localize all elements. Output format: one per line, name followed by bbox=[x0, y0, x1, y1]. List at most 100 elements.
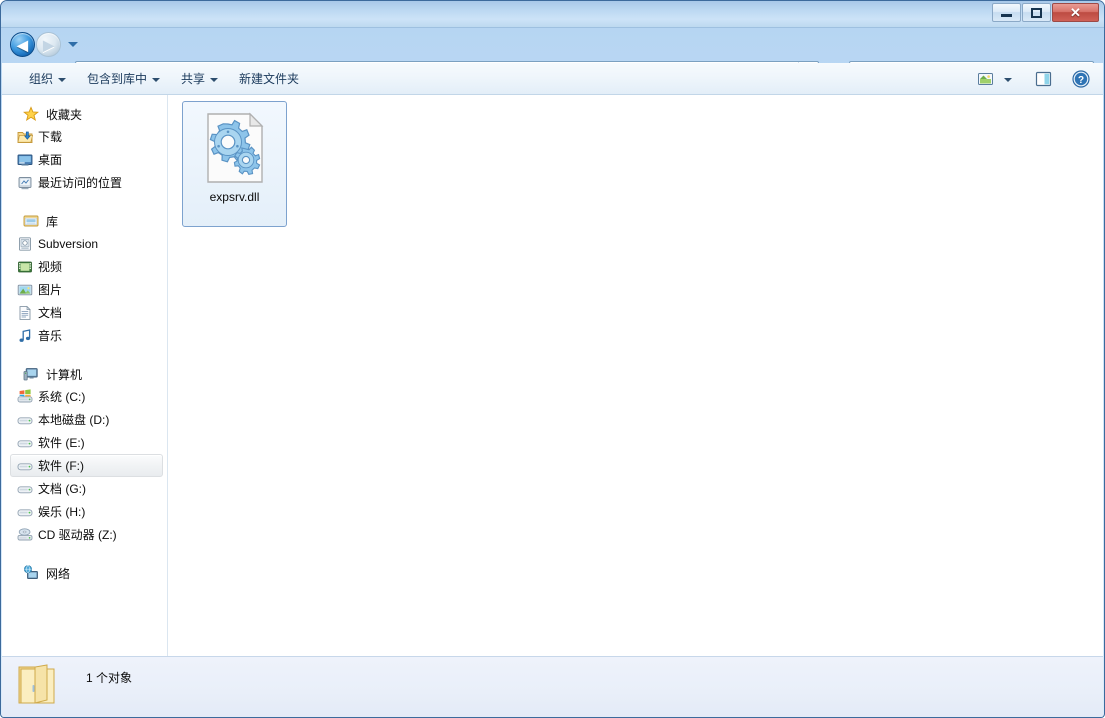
sidebar-group-computer: 计算机 系统 (C:) bbox=[2, 363, 167, 546]
sidebar-header-label: 计算机 bbox=[46, 366, 82, 383]
explorer-body: 收藏夹 下载 bbox=[2, 95, 1103, 656]
sidebar-header-label: 收藏夹 bbox=[46, 106, 82, 123]
sidebar-item-label: 本地磁盘 (D:) bbox=[38, 411, 109, 428]
folder-icon bbox=[16, 663, 64, 711]
history-dropdown-button[interactable] bbox=[66, 32, 79, 57]
sidebar-header-network[interactable]: 网络 bbox=[2, 562, 167, 584]
downloads-icon bbox=[17, 129, 33, 145]
sidebar-group-libraries: 库 Subversion bbox=[2, 210, 167, 347]
organize-button[interactable]: 组织 bbox=[20, 67, 75, 91]
sidebar-item-label: 娱乐 (H:) bbox=[38, 503, 85, 520]
close-button[interactable]: ✕ bbox=[1052, 3, 1099, 22]
pictures-icon bbox=[17, 282, 33, 298]
navigation-pane[interactable]: 收藏夹 下载 bbox=[2, 95, 168, 656]
include-in-library-label: 包含到库中 bbox=[87, 70, 147, 87]
sidebar-header-label: 库 bbox=[46, 213, 58, 230]
recent-places-icon bbox=[17, 175, 33, 191]
help-button[interactable]: ? bbox=[1069, 68, 1093, 90]
help-icon: ? bbox=[1072, 70, 1090, 88]
preview-pane-icon bbox=[1035, 71, 1052, 87]
drive-icon bbox=[17, 458, 33, 474]
sidebar-item-label: 图片 bbox=[38, 281, 62, 298]
sidebar-item-drive-e[interactable]: 软件 (E:) bbox=[10, 431, 163, 454]
sidebar-item-pictures[interactable]: 图片 bbox=[10, 278, 163, 301]
share-label: 共享 bbox=[181, 70, 205, 87]
sidebar-item-label: 最近访问的位置 bbox=[38, 174, 122, 191]
new-folder-button[interactable]: 新建文件夹 bbox=[230, 67, 308, 91]
sidebar-item-label: 软件 (E:) bbox=[38, 434, 85, 451]
desktop-icon bbox=[17, 152, 33, 168]
sidebar-item-cd-drive-z[interactable]: CD 驱动器 (Z:) bbox=[10, 523, 163, 546]
sidebar-header-favorites[interactable]: 收藏夹 bbox=[2, 103, 167, 125]
svg-text:?: ? bbox=[1078, 75, 1084, 86]
item-count-label: 1 个对象 bbox=[86, 670, 132, 686]
sidebar-header-libraries[interactable]: 库 bbox=[2, 210, 167, 232]
computer-icon bbox=[23, 366, 39, 382]
sidebar-item-subversion[interactable]: Subversion bbox=[10, 232, 163, 255]
drive-icon bbox=[17, 481, 33, 497]
sidebar-item-drive-g[interactable]: 文档 (G:) bbox=[10, 477, 163, 500]
network-icon bbox=[23, 565, 39, 581]
sidebar-item-downloads[interactable]: 下载 bbox=[10, 125, 163, 148]
change-view-dropdown[interactable] bbox=[1001, 68, 1015, 90]
sidebar-item-recent-places[interactable]: 最近访问的位置 bbox=[10, 171, 163, 194]
forward-button[interactable]: ▶ bbox=[36, 32, 61, 57]
drive-icon bbox=[17, 412, 33, 428]
drive-icon bbox=[17, 435, 33, 451]
sidebar-item-documents[interactable]: 文档 bbox=[10, 301, 163, 324]
sidebar-item-videos[interactable]: 视频 bbox=[10, 255, 163, 278]
chevron-down-icon bbox=[210, 78, 218, 82]
sidebar-item-label: 系统 (C:) bbox=[38, 388, 85, 405]
star-icon bbox=[23, 106, 39, 122]
forward-arrow-icon: ▶ bbox=[43, 38, 54, 52]
navigation-bar: ◀ ▶ ▸ 计算机 ▸ 软件 (F:) ▸ 系统之家 bbox=[1, 28, 1104, 61]
change-view-button[interactable] bbox=[973, 68, 997, 90]
video-icon bbox=[17, 259, 33, 275]
new-folder-label: 新建文件夹 bbox=[239, 70, 299, 87]
sidebar-spacer bbox=[2, 349, 167, 363]
share-button[interactable]: 共享 bbox=[172, 67, 227, 91]
sidebar-header-label: 网络 bbox=[46, 565, 70, 582]
window-controls: ✕ bbox=[992, 3, 1099, 22]
file-item-expsrv-dll[interactable]: expsrv.dll bbox=[182, 101, 287, 227]
back-button[interactable]: ◀ bbox=[10, 32, 35, 57]
library-icon bbox=[23, 213, 39, 229]
explorer-window: ✕ ◀ ▶ ▸ 计算机 bbox=[0, 0, 1105, 718]
minimize-button[interactable] bbox=[992, 3, 1021, 22]
file-list-pane[interactable]: expsrv.dll bbox=[168, 95, 1103, 656]
sidebar-item-drive-d[interactable]: 本地磁盘 (D:) bbox=[10, 408, 163, 431]
toolbar-right-group: ? bbox=[973, 63, 1093, 95]
sidebar-item-drive-h[interactable]: 娱乐 (H:) bbox=[10, 500, 163, 523]
cd-drive-icon bbox=[17, 527, 33, 543]
command-bar: 组织 包含到库中 共享 新建文件夹 bbox=[2, 63, 1103, 95]
documents-icon bbox=[17, 305, 33, 321]
sidebar-header-computer[interactable]: 计算机 bbox=[2, 363, 167, 385]
sidebar-item-label: 视频 bbox=[38, 258, 62, 275]
sidebar-item-label: CD 驱动器 (Z:) bbox=[38, 526, 117, 543]
minimize-icon bbox=[1001, 14, 1012, 17]
sidebar-item-label: 软件 (F:) bbox=[38, 457, 84, 474]
sidebar-spacer bbox=[2, 548, 167, 562]
sidebar-item-drive-c[interactable]: 系统 (C:) bbox=[10, 385, 163, 408]
organize-label: 组织 bbox=[29, 70, 53, 87]
sidebar-item-drive-f[interactable]: 软件 (F:) bbox=[10, 454, 163, 477]
preview-pane-button[interactable] bbox=[1031, 68, 1055, 90]
music-icon bbox=[17, 328, 33, 344]
include-in-library-button[interactable]: 包含到库中 bbox=[78, 67, 169, 91]
status-bar: 1 个对象 bbox=[2, 656, 1103, 717]
back-arrow-icon: ◀ bbox=[17, 38, 28, 52]
restore-button[interactable] bbox=[1022, 3, 1051, 22]
close-icon: ✕ bbox=[1070, 6, 1081, 19]
sidebar-group-favorites: 收藏夹 下载 bbox=[2, 103, 167, 194]
chevron-down-icon bbox=[68, 42, 78, 47]
title-bar: ✕ bbox=[1, 1, 1104, 28]
sidebar-item-music[interactable]: 音乐 bbox=[10, 324, 163, 347]
status-text-group: 1 个对象 bbox=[86, 663, 132, 711]
dll-gear-icon bbox=[200, 112, 270, 184]
sidebar-item-desktop[interactable]: 桌面 bbox=[10, 148, 163, 171]
sidebar-item-label: Subversion bbox=[38, 237, 98, 251]
windows-drive-icon bbox=[17, 389, 33, 405]
file-name-label: expsrv.dll bbox=[210, 190, 260, 204]
subversion-icon bbox=[17, 236, 33, 252]
chevron-down-icon bbox=[58, 78, 66, 82]
